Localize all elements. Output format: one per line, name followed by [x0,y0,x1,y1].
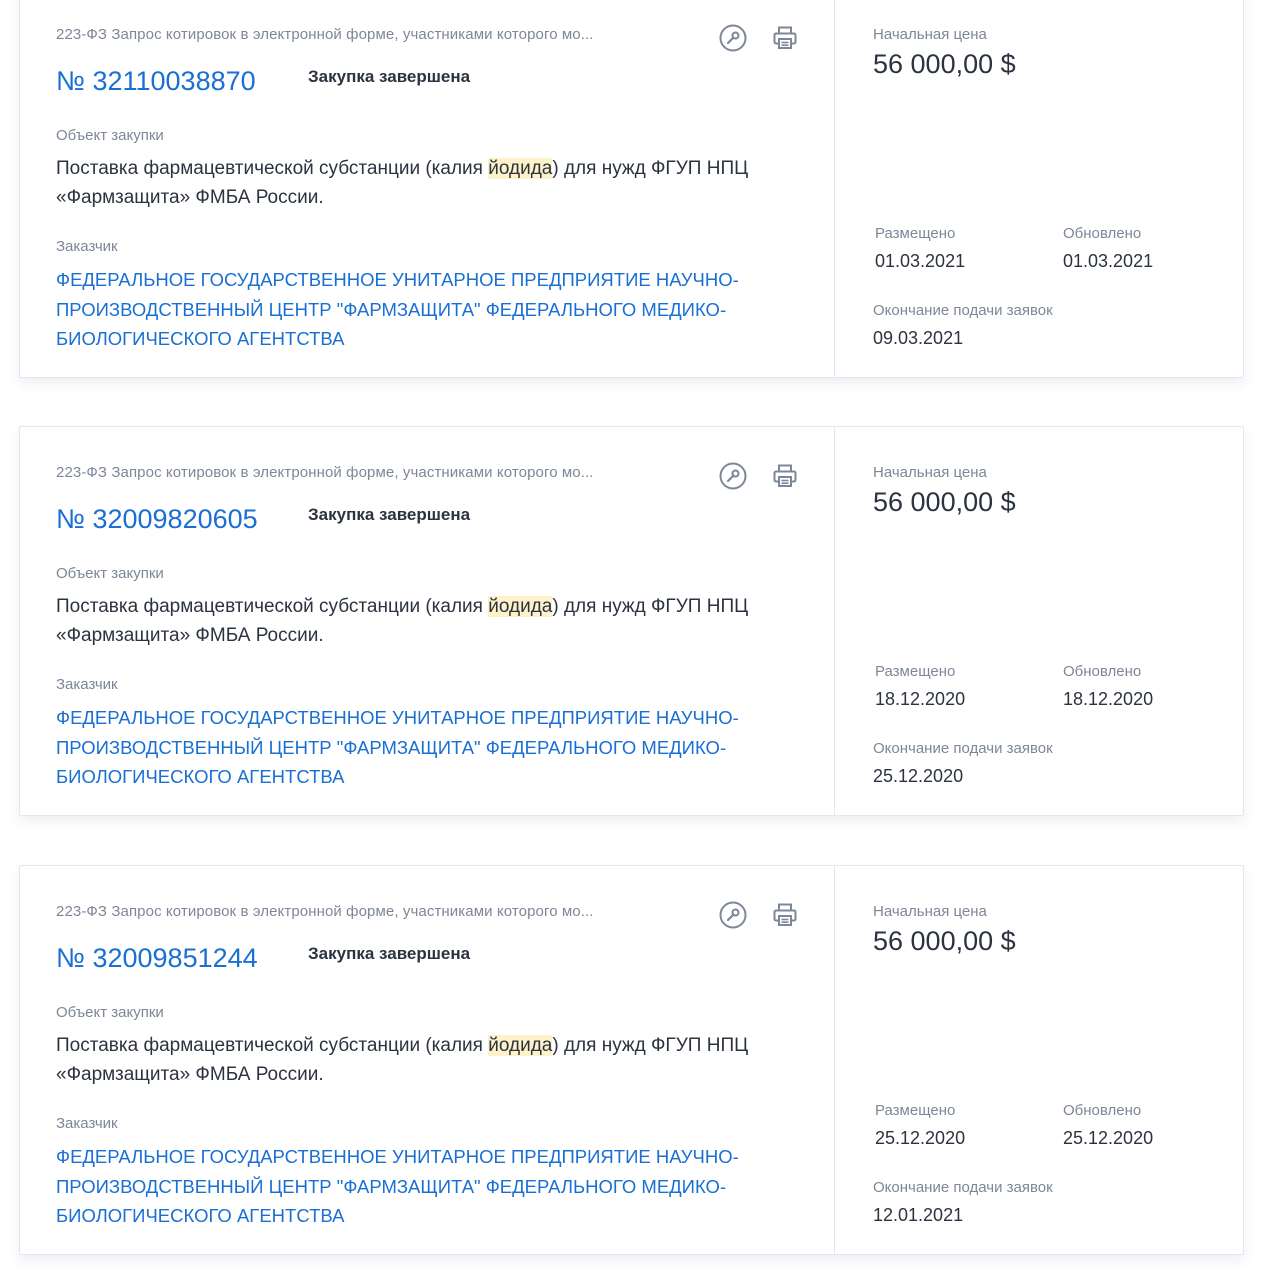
deadline-label: Окончание подачи заявок [873,1179,1053,1196]
number-prefix: № [56,943,93,973]
purchase-number[interactable]: № 32009851244 [56,943,258,974]
object-description: Поставка фармацевтической субстанции (ка… [56,1031,796,1089]
key-icon[interactable] [718,900,748,930]
initial-price: 56 000,00 $ [873,49,1016,79]
key-icon[interactable] [718,23,748,53]
status-badge: Закупка завершена [308,67,471,86]
card-side: Начальная цена 56 000,00 $ Размещено Обн… [835,0,1243,377]
number-prefix: № [56,504,93,534]
object-label: Объект закупки [56,565,164,582]
updated-date: 01.03.2021 [1063,251,1154,271]
purchase-card: 223-ФЗ Запрос котировок в электронной фо… [19,865,1244,1255]
card-side: Начальная цена 56 000,00 $ Размещено Обн… [835,427,1243,815]
object-text-part: Поставка фармацевтической субстанции (ка… [56,596,489,617]
price-label: Начальная цена [873,903,987,920]
deadline-label: Окончание подачи заявок [873,740,1053,757]
object-text-part: Поставка фармацевтической субстанции (ка… [56,158,489,179]
search-highlight: йодида [488,1035,553,1056]
posted-label: Размещено [875,663,956,680]
customer-label: Заказчик [56,676,118,693]
posted-date: 25.12.2020 [875,1128,966,1148]
object-description: Поставка фармацевтической субстанции (ка… [56,154,796,212]
number-prefix: № [56,66,93,96]
card-main: 223-ФЗ Запрос котировок в электронной фо… [20,0,835,377]
search-highlight: йодида [488,158,553,179]
printer-icon[interactable] [770,23,800,53]
key-icon[interactable] [718,461,748,491]
customer-label: Заказчик [56,238,118,255]
object-label: Объект закупки [56,1004,164,1021]
procurement-type: 223-ФЗ Запрос котировок в электронной фо… [56,26,594,43]
updated-date: 18.12.2020 [1063,689,1154,709]
updated-label: Обновлено [1063,663,1142,680]
customer-link[interactable]: ФЕДЕРАЛЬНОЕ ГОСУДАРСТВЕННОЕ УНИТАРНОЕ ПР… [56,1142,776,1231]
deadline-date: 25.12.2020 [873,766,964,786]
card-side: Начальная цена 56 000,00 $ Размещено Обн… [835,866,1243,1254]
purchase-card: 223-ФЗ Запрос котировок в электронной фо… [19,426,1244,816]
object-description: Поставка фармацевтической субстанции (ка… [56,592,796,650]
search-highlight: йодида [488,596,553,617]
customer-link[interactable]: ФЕДЕРАЛЬНОЕ ГОСУДАРСТВЕННОЕ УНИТАРНОЕ ПР… [56,265,776,354]
object-label: Объект закупки [56,127,164,144]
printer-icon[interactable] [770,900,800,930]
posted-date: 01.03.2021 [875,251,966,271]
number-value: 32009851244 [92,943,258,973]
status-badge: Закупка завершена [308,944,471,963]
purchase-card: 223-ФЗ Запрос котировок в электронной фо… [19,0,1244,378]
number-value: 32009820605 [92,504,258,534]
updated-date: 25.12.2020 [1063,1128,1154,1148]
procurement-type: 223-ФЗ Запрос котировок в электронной фо… [56,464,594,481]
price-label: Начальная цена [873,464,987,481]
purchase-number[interactable]: № 32009820605 [56,504,258,535]
object-text-part: Поставка фармацевтической субстанции (ка… [56,1035,489,1056]
posted-label: Размещено [875,1102,956,1119]
card-main: 223-ФЗ Запрос котировок в электронной фо… [20,427,835,815]
posted-label: Размещено [875,225,956,242]
purchase-number[interactable]: № 32110038870 [56,66,256,97]
procurement-type: 223-ФЗ Запрос котировок в электронной фо… [56,903,594,920]
deadline-date: 09.03.2021 [873,328,964,348]
deadline-date: 12.01.2021 [873,1205,964,1225]
initial-price: 56 000,00 $ [873,926,1016,956]
customer-link[interactable]: ФЕДЕРАЛЬНОЕ ГОСУДАРСТВЕННОЕ УНИТАРНОЕ ПР… [56,703,776,792]
card-main: 223-ФЗ Запрос котировок в электронной фо… [20,866,835,1254]
updated-label: Обновлено [1063,1102,1142,1119]
price-label: Начальная цена [873,26,987,43]
number-value: 32110038870 [92,66,256,96]
printer-icon[interactable] [770,461,800,491]
status-badge: Закупка завершена [308,505,471,524]
posted-date: 18.12.2020 [875,689,966,709]
customer-label: Заказчик [56,1115,118,1132]
initial-price: 56 000,00 $ [873,487,1016,517]
deadline-label: Окончание подачи заявок [873,302,1053,319]
updated-label: Обновлено [1063,225,1142,242]
